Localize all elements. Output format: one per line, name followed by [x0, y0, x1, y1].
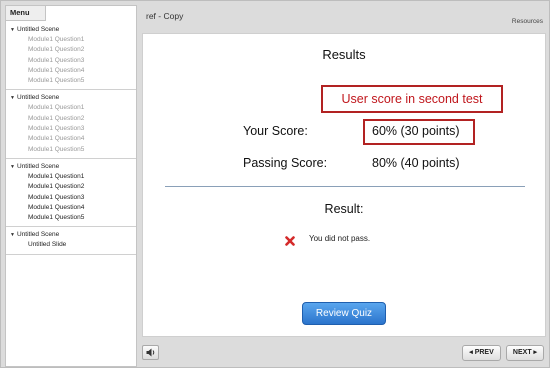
your-score-label: Your Score:: [243, 124, 308, 138]
scene-header[interactable]: ▼ Untitled Scene: [6, 25, 136, 35]
scene-group: ▼ Untitled Scene Module1 Question1 Module1 …: [6, 159, 136, 228]
scene-header[interactable]: ▼ Untitled Scene: [6, 230, 136, 240]
slide-item[interactable]: Module1 Question2: [6, 182, 136, 192]
scene-group: ▼ Untitled Scene Module1 Question1 Module1 …: [6, 90, 136, 159]
annotation-callout: User score in second test: [321, 85, 503, 113]
scene-name: Untitled Scene: [17, 231, 60, 239]
slide-item[interactable]: Module1 Question2: [6, 45, 136, 55]
slide-item[interactable]: Module1 Question1: [6, 35, 136, 45]
scene-header[interactable]: ▼ Untitled Scene: [6, 162, 136, 172]
resources-link[interactable]: Resources: [512, 18, 543, 25]
slide-item[interactable]: Untitled Slide: [6, 240, 136, 250]
menu-list: ▼ Untitled Scene Module1 Question1 Module1 …: [6, 22, 136, 255]
slide-item[interactable]: Module1 Question4: [6, 66, 136, 76]
scene-name: Untitled Scene: [17, 26, 60, 33]
slide-item[interactable]: Module1 Question1: [6, 103, 136, 113]
triangle-down-icon[interactable]: ▼: [10, 25, 17, 35]
triangle-down-icon[interactable]: ▼: [10, 93, 17, 103]
audio-button[interactable]: [142, 345, 159, 360]
course-title: ref - Copy: [146, 11, 184, 21]
scene-name: Untitled Scene: [17, 162, 60, 170]
next-button[interactable]: NEXT ▸: [506, 345, 544, 361]
slide-item[interactable]: Module1 Question3: [6, 124, 136, 134]
prev-button[interactable]: ◂ PREV: [462, 345, 501, 361]
slide-item[interactable]: Module1 Question2: [6, 114, 136, 124]
slide-item[interactable]: Module1 Question3: [6, 193, 136, 203]
passing-score-value: 80% (40 points): [372, 156, 460, 170]
scene-group: ▼ Untitled Scene Untitled Slide: [6, 227, 136, 255]
result-label: Result:: [324, 202, 364, 216]
slide-item[interactable]: Module1 Question4: [6, 134, 136, 144]
triangle-down-icon[interactable]: ▼: [10, 230, 17, 240]
scene-header[interactable]: ▼ Untitled Scene: [6, 93, 136, 103]
scene-name: Untitled Scene: [17, 94, 60, 102]
speaker-icon: [143, 346, 158, 363]
menu-tab[interactable]: Menu: [6, 6, 46, 21]
slide-item[interactable]: Module1 Question5: [6, 76, 136, 86]
slide-item[interactable]: Module1 Question1: [6, 172, 136, 182]
slide-item[interactable]: Module1 Question5: [6, 213, 136, 223]
slide-item[interactable]: Module1 Question3: [6, 56, 136, 66]
passing-score-label: Passing Score:: [243, 156, 328, 170]
slide-item[interactable]: Module1 Question5: [6, 145, 136, 155]
scene-group: ▼ Untitled Scene Module1 Question1 Module1 …: [6, 22, 136, 91]
sidebar-menu: Menu ▼ Untitled Scene Module1 Question1 Mod…: [5, 5, 137, 367]
triangle-down-icon[interactable]: ▼: [10, 162, 17, 172]
review-quiz-button[interactable]: Review Quiz: [302, 302, 386, 325]
results-title: Results: [322, 47, 366, 62]
player-frame: Menu ▼ Untitled Scene Module1 Question1 Mod…: [0, 0, 550, 368]
slide-item[interactable]: Module1 Question4: [6, 203, 136, 213]
x-mark-icon: [285, 233, 295, 246]
your-score-value: 60% (30 points): [372, 124, 460, 138]
result-message: You did not pass.: [309, 234, 371, 243]
divider: [165, 186, 525, 187]
slide-content: Results User score in second test Your S…: [142, 33, 546, 337]
